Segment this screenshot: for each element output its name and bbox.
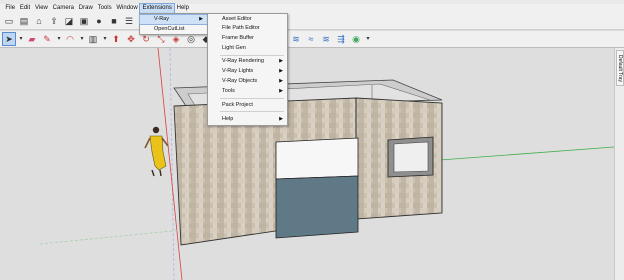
submenu-arrow-icon: ▶ <box>279 68 283 74</box>
vray-lights-icon[interactable]: ⇶ <box>335 33 347 45</box>
menu-draw[interactable]: Draw <box>76 4 95 13</box>
vray-item-asset-editor[interactable]: Asset Editor <box>208 15 287 24</box>
vray-item-light-gen[interactable]: Light Gen <box>208 44 287 53</box>
components-icon[interactable]: ▣ <box>78 15 90 27</box>
menu-bar: File Edit View Camera Draw Tools Window … <box>0 3 624 14</box>
submenu-arrow-icon: ▶ <box>279 116 283 122</box>
submenu-arrow-icon: ▶ <box>279 58 283 64</box>
menu-help[interactable]: Help <box>174 4 191 13</box>
line-pencil-icon[interactable]: ✎ <box>41 33 53 45</box>
menu-file[interactable]: File <box>3 4 17 13</box>
vray-item-objects[interactable]: V-Ray Objects ▶ <box>208 77 287 86</box>
select-dropdown-icon[interactable]: ▾ <box>18 33 24 45</box>
arc-icon[interactable]: ◠ <box>64 33 76 45</box>
model-viewport[interactable] <box>0 48 614 280</box>
extensions-item-opencutlist-label: OpenCutList <box>154 26 185 32</box>
menu-window[interactable]: Window <box>114 4 140 13</box>
rectangle-dropdown-icon[interactable]: ▾ <box>102 33 108 45</box>
main-toolbar: ▭ ▤ ⌂ ⇪ ◪ ▣ ● ■ ☰ ▦ ⎙ <box>0 13 624 30</box>
vray-item-frame-buffer[interactable]: Frame Buffer <box>208 34 287 43</box>
menu-tools[interactable]: Tools <box>95 4 114 13</box>
vray-frame-buffer-icon[interactable]: ≈ <box>305 33 317 45</box>
vray-interactive-icon[interactable]: ≋ <box>290 33 302 45</box>
menu-view[interactable]: View <box>33 4 51 13</box>
vray-item-pack-project[interactable]: Pack Project <box>208 101 287 110</box>
rectangle-icon[interactable]: ▥ <box>87 33 99 45</box>
default-tray-tab[interactable]: Default Tray <box>616 50 624 86</box>
door-glass <box>275 175 359 239</box>
submenu-arrow-icon: ▶ <box>199 16 203 22</box>
menu-extensions[interactable]: Extensions <box>139 3 176 14</box>
materials-icon[interactable]: ● <box>93 15 105 27</box>
move-icon[interactable]: ✥ <box>125 33 137 45</box>
warehouse-icon[interactable]: ⌂ <box>33 15 45 27</box>
vray-item-lights[interactable]: V-Ray Lights ▶ <box>208 67 287 76</box>
share-model-icon[interactable]: ⇪ <box>48 15 60 27</box>
menu-separator <box>220 55 284 56</box>
vray-sun-icon[interactable]: ◉ <box>350 33 362 45</box>
styles-icon[interactable]: ■ <box>108 15 120 27</box>
vray-item-file-path-editor[interactable]: File Path Editor <box>208 24 287 33</box>
menu-edit[interactable]: Edit <box>17 4 32 13</box>
model-canvas <box>39 48 614 280</box>
right-tray: Default Tray <box>614 48 624 280</box>
extension-warehouse-icon[interactable]: ◪ <box>63 15 75 27</box>
blue-axis-line <box>169 48 175 280</box>
extensions-item-vray[interactable]: V-Ray ▶ <box>139 14 208 25</box>
submenu-arrow-icon: ▶ <box>279 88 283 94</box>
door-opening <box>275 137 359 180</box>
submenu-arrow-icon: ▶ <box>279 78 283 84</box>
arc-dropdown-icon[interactable]: ▾ <box>79 33 85 45</box>
select-arrow-icon[interactable]: ➤ <box>2 32 16 46</box>
green-axis-dotted <box>39 229 183 245</box>
green-axis-line <box>439 146 614 161</box>
push-pull-icon[interactable]: ⬆ <box>110 33 122 45</box>
line-dropdown-icon[interactable]: ▾ <box>56 33 62 45</box>
extensions-menu: V-Ray ▶ OpenCutList <box>139 13 208 35</box>
vray-submenu: Asset Editor File Path Editor Frame Buff… <box>207 13 288 126</box>
menu-camera[interactable]: Camera <box>50 4 76 13</box>
menu-separator <box>220 98 284 99</box>
vray-item-help[interactable]: Help ▶ <box>208 115 287 124</box>
eraser-icon[interactable]: ▰ <box>26 33 38 45</box>
menu-separator <box>220 111 284 112</box>
layers-icon[interactable]: ☰ <box>123 15 135 27</box>
vray-item-tools[interactable]: Tools ▶ <box>208 87 287 96</box>
open-file-icon[interactable]: ▤ <box>18 15 30 27</box>
vray-asset-editor-icon[interactable]: ≋ <box>320 33 332 45</box>
new-file-icon[interactable]: ▭ <box>3 15 15 27</box>
extensions-item-opencutlist[interactable]: OpenCutList <box>140 25 207 34</box>
vray-item-rendering[interactable]: V-Ray Rendering ▶ <box>208 57 287 66</box>
scale-figure <box>144 126 169 177</box>
profile-dropdown-icon[interactable]: ▾ <box>365 33 371 45</box>
drawing-toolbar: ➤ ▾ ▰ ✎ ▾ ◠ ▾ ▥ ▾ ⬆ ✥ ↻ ⤡ ◈ ◎ ◆ ⟳ ✋ ⌕ ⤢ … <box>0 31 624 48</box>
extensions-item-vray-label: V-Ray <box>154 16 169 22</box>
